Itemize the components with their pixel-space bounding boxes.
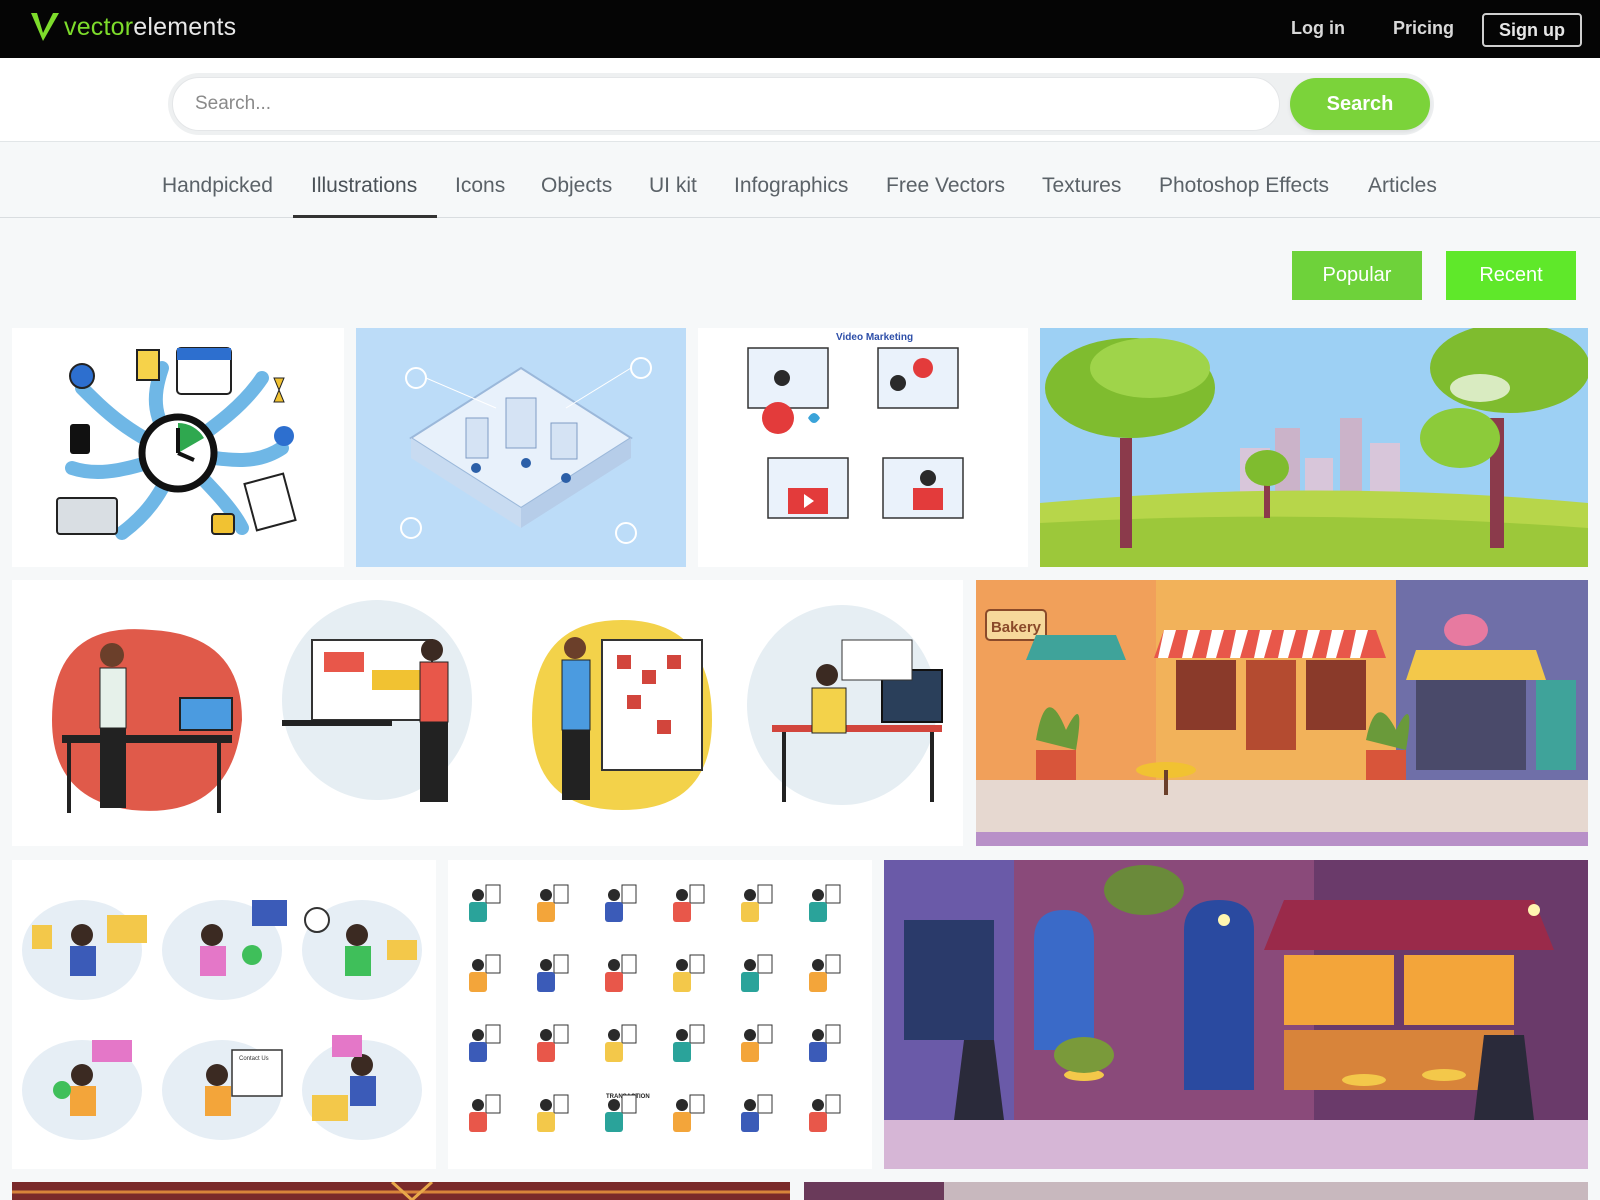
signup-button[interactable]: Sign up [1482,13,1582,47]
business-figure-icon [537,1024,569,1062]
business-figure-icon [537,1094,569,1132]
business-figure-icon [673,884,705,922]
business-figure-icon [673,954,705,992]
gallery-item-partial-2[interactable] [804,1182,1588,1200]
business-figure-icon [741,1094,773,1132]
search-input[interactable] [195,78,1255,130]
gallery-item-office-workers[interactable] [12,580,963,846]
office-workers-illustration [52,600,943,813]
tab-free-vectors[interactable]: Free Vectors [886,174,1005,198]
video-marketing-illustration: Video Marketing [747,332,964,519]
business-figure-icon [469,954,501,992]
site-logo[interactable]: vectorelements [30,10,236,44]
business-figure-icon [537,884,569,922]
gallery-item-bakery-street[interactable]: Bakery [976,580,1588,846]
category-tabs: Handpicked Illustrations Icons Objects U… [0,142,1600,218]
search-button[interactable]: Search [1290,78,1430,130]
contact-us-caption: Contact Us [239,1056,269,1062]
login-link[interactable]: Log in [1291,18,1345,39]
night-cafe-illustration [884,860,1588,1169]
tab-objects[interactable]: Objects [541,174,612,198]
tab-articles[interactable]: Articles [1368,174,1437,198]
gallery-item-park-landscape[interactable] [1040,328,1588,567]
logo-prefix: vector [64,12,134,41]
tab-handpicked[interactable]: Handpicked [162,174,273,198]
tab-infographics[interactable]: Infographics [734,174,848,198]
active-tab-indicator [293,215,437,218]
business-figure-icon [605,954,637,992]
business-figure-icon [469,884,501,922]
tab-illustrations[interactable]: Illustrations [311,174,417,198]
gallery-item-night-cafe[interactable] [884,860,1588,1169]
v-logo-icon [31,13,59,41]
tab-photoshop-effects[interactable]: Photoshop Effects [1159,174,1329,198]
gallery-item-business-icons[interactable]: TRANSACTION [448,860,872,1169]
sort-popular-button[interactable]: Popular [1292,251,1422,300]
logo-wordmark: vectorelements [64,13,236,42]
search-box: Search [168,73,1434,135]
search-input-wrapper [172,77,1280,131]
bakery-sign-text: Bakery [991,619,1042,636]
business-figure-icon [605,1094,637,1132]
gallery-item-video-marketing[interactable]: Video Marketing [698,328,1028,567]
business-figure-icon [809,954,841,992]
park-landscape-illustration [1040,328,1588,567]
business-figure-icon [605,884,637,922]
business-figure-icon [741,884,773,922]
isometric-office-illustration [400,357,652,544]
multitasking-illustration [56,347,297,540]
business-figure-icon [469,1094,501,1132]
partial-illustration-1 [12,1182,790,1200]
sort-recent-button[interactable]: Recent [1446,251,1576,300]
partial-illustration-2 [804,1182,1588,1200]
gallery-item-isometric-office[interactable] [356,328,686,567]
business-icons-grid-illustration: TRANSACTION [469,884,841,1132]
business-figure-icon [469,1024,501,1062]
bakery-street-illustration: Bakery [976,580,1588,846]
logo-suffix: elements [133,12,237,41]
top-navbar: vectorelements Log in Pricing Sign up [0,0,1600,58]
business-figure-icon [809,884,841,922]
video-marketing-caption: Video Marketing [836,332,913,343]
business-figure-icon [673,1094,705,1132]
gallery-item-partial-1[interactable] [12,1182,790,1200]
business-figure-icon [741,954,773,992]
business-figure-icon [741,1024,773,1062]
business-figure-icon [605,1024,637,1062]
tab-icons[interactable]: Icons [455,174,505,198]
business-figure-icon [537,954,569,992]
business-figure-icon [673,1024,705,1062]
business-figure-icon [809,1024,841,1062]
gallery-item-customer-support[interactable]: Contact Us [12,860,436,1169]
pricing-link[interactable]: Pricing [1393,18,1454,39]
tab-ui-kit[interactable]: UI kit [649,174,697,198]
gallery-item-multitasking[interactable] [12,328,344,567]
business-figure-icon [809,1094,841,1132]
search-bar-section: Search [0,58,1600,142]
tab-textures[interactable]: Textures [1042,174,1121,198]
customer-support-illustration: Contact Us [22,900,422,1140]
